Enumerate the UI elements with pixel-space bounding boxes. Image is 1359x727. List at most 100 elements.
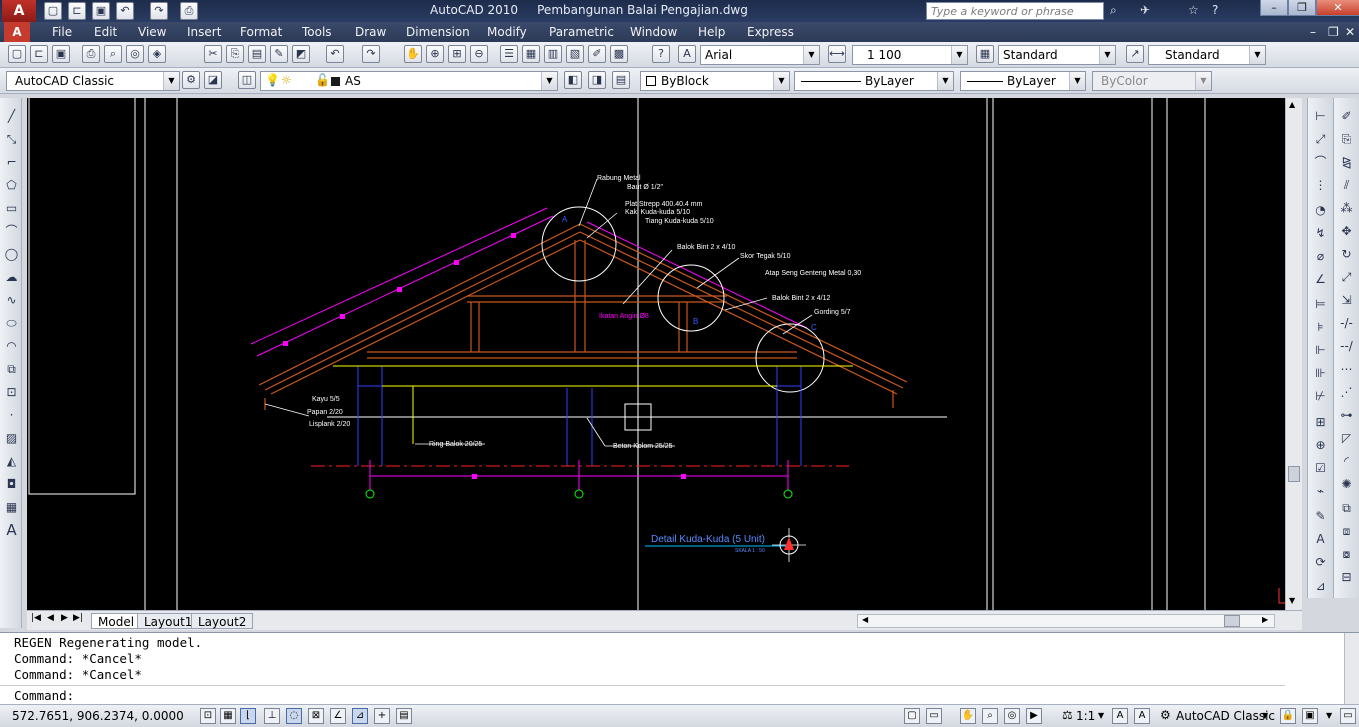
search-binoculars-icon[interactable]: ⌕ [1110,3,1117,18]
inspection-icon[interactable]: ☑ [1312,460,1329,477]
copy-icon[interactable]: ⎘ [226,45,244,63]
draworder-below-icon[interactable]: ⧇ [1338,546,1355,563]
lineweight-toggle-icon[interactable]: ▤ [396,708,412,724]
quickcalc-icon[interactable]: ▩ [610,45,628,63]
menu-help[interactable]: Help [698,25,725,39]
stretch-icon[interactable]: ⇲ [1338,292,1355,309]
hardware-acceleration-icon[interactable]: ▣ [1302,708,1318,724]
gradient-icon[interactable]: ◭ [3,453,20,470]
zoom-window-icon[interactable]: ⊞ [448,45,466,63]
clean-screen-icon[interactable]: ▭ [1340,708,1356,724]
fillet-icon[interactable]: ◜ [1338,453,1355,470]
menu-tools[interactable]: Tools [302,25,332,39]
layer-states-icon[interactable]: ▤ [612,71,630,89]
vertical-scrollbar[interactable]: ▲ ▼ [1285,98,1302,610]
redo-icon[interactable]: ↷ [150,2,168,20]
help-icon[interactable]: ? [1212,3,1218,17]
construction-line-icon[interactable]: ⤡ [3,131,20,148]
help-toolbar-icon[interactable]: ? [652,45,670,63]
open-drawing-icon[interactable]: ⊏ [30,45,48,63]
menu-modify[interactable]: Modify [487,25,527,39]
save-icon[interactable]: ▣ [92,2,110,20]
workspace-combo[interactable]: AutoCAD Classic ▼ [6,71,180,91]
polygon-icon[interactable]: ⬠ [3,177,20,194]
zoom-previous-icon[interactable]: ⊖ [470,45,488,63]
menu-file[interactable]: File [52,25,72,39]
chevron-down-icon[interactable]: ▼ [1262,711,1268,720]
chamfer-icon[interactable]: ◸ [1338,430,1355,447]
tab-model[interactable]: Model [91,613,142,629]
offset-icon[interactable]: ⫽ [1338,177,1355,194]
doc-minimize-button[interactable]: – [1310,25,1316,39]
menu-format[interactable]: Format [240,25,282,39]
model-space-icon[interactable]: ▢ [904,708,920,724]
draworder-icon[interactable]: ⧉ [1338,500,1355,517]
chevron-down-icon[interactable]: ▼ [773,72,789,90]
menu-parametric[interactable]: Parametric [549,25,614,39]
make-block-icon[interactable]: ⊡ [3,384,20,401]
maximize-button[interactable]: ❐ [1288,0,1316,16]
plot-drawing-icon[interactable]: ⎙ [82,45,100,63]
favorites-star-icon[interactable]: ☆ [1188,3,1199,17]
app-logo-icon[interactable]: A [2,0,36,22]
sheet-set-icon[interactable]: ▧ [566,45,584,63]
linear-dim-icon[interactable]: ⊢ [1312,108,1329,125]
layer-previous-icon[interactable]: ◨ [588,71,606,89]
match-properties-icon[interactable]: ✎ [270,45,288,63]
line-icon[interactable]: ╱ [3,108,20,125]
last-tab-icon[interactable]: ▶| [73,613,83,623]
continue-dim-icon[interactable]: ⊩ [1312,342,1329,359]
menu-draw[interactable]: Draw [355,25,386,39]
annotation-scale-value[interactable]: 1:1 [1076,709,1095,723]
close-button[interactable]: ✕ [1316,0,1359,16]
properties-icon[interactable]: ☰ [500,45,518,63]
dim-edit-icon[interactable]: ✎ [1312,508,1329,525]
spline-icon[interactable]: ∿ [3,292,20,309]
chevron-down-icon[interactable]: ▼ [541,72,557,90]
chevron-down-icon[interactable]: ▼ [951,46,967,64]
chevron-down-icon[interactable]: ▼ [803,46,819,64]
layer-freeze-icon[interactable]: ☼ [281,73,292,87]
workspace-switching-icon[interactable]: ⚙ [1160,708,1171,722]
chevron-down-icon[interactable]: ▼ [1099,46,1115,64]
communication-center-icon[interactable]: ✈ [1140,3,1150,17]
dim-update-icon[interactable]: ⟳ [1312,554,1329,571]
rectangle-icon[interactable]: ▭ [3,200,20,217]
doc-close-button[interactable]: ✕ [1345,25,1355,39]
new-icon[interactable]: ▢ [44,2,62,20]
new-drawing-icon[interactable]: ▢ [8,45,26,63]
menu-insert[interactable]: Insert [187,25,221,39]
infer-constraints-icon[interactable]: ⊡ [200,708,216,724]
array-icon[interactable]: ⁂ [1338,200,1355,217]
move-icon[interactable]: ✥ [1338,223,1355,240]
zoom-realtime-icon[interactable]: ⊕ [426,45,444,63]
workspace-status-value[interactable]: AutoCAD Classic [1176,709,1275,723]
plot-preview-icon[interactable]: ⌕ [104,45,122,63]
extend-icon[interactable]: --/ [1338,338,1355,355]
jogged-dim-icon[interactable]: ↯ [1312,225,1329,242]
dim-space-icon[interactable]: ⊪ [1312,365,1329,382]
layer-on-icon[interactable]: 💡 [265,73,280,87]
text-style-icon[interactable]: A [678,45,696,63]
drawing-canvas[interactable]: Rabung Metal Baut Ø 1/2" Plat Strepp 400… [27,98,1285,610]
first-tab-icon[interactable]: |◀ [31,613,41,623]
zoom-status-icon[interactable]: ⌕ [982,708,998,724]
auto-scale-icon[interactable]: A [1134,708,1150,724]
layer-lock-icon[interactable]: 🔓 [315,73,330,87]
status-menu-icon[interactable]: ▼ [1326,711,1332,720]
workspace-settings-icon[interactable]: ⚙ [182,71,200,89]
layout-space-icon[interactable]: ▭ [926,708,942,724]
command-window[interactable]: REGEN Regenerating model. Command: *Canc… [0,632,1359,705]
command-scrollbar[interactable] [1344,633,1359,705]
revision-cloud-icon[interactable]: ☁ [3,269,20,286]
menu-edit[interactable]: Edit [94,25,117,39]
publish-icon[interactable]: ◎ [126,45,144,63]
break-icon[interactable]: ⋰ [1338,384,1355,401]
tolerance-icon[interactable]: ⊞ [1312,414,1329,431]
tab-layout2[interactable]: Layout2 [191,613,254,629]
color-combo[interactable]: ByBlock ▼ [640,71,790,91]
redo-toolbar-icon[interactable]: ↷ [362,45,380,63]
open-icon[interactable]: ⊏ [68,2,86,20]
hscroll-left-icon[interactable]: ◀ [862,615,868,624]
erase-icon[interactable]: ✐ [1338,108,1355,125]
